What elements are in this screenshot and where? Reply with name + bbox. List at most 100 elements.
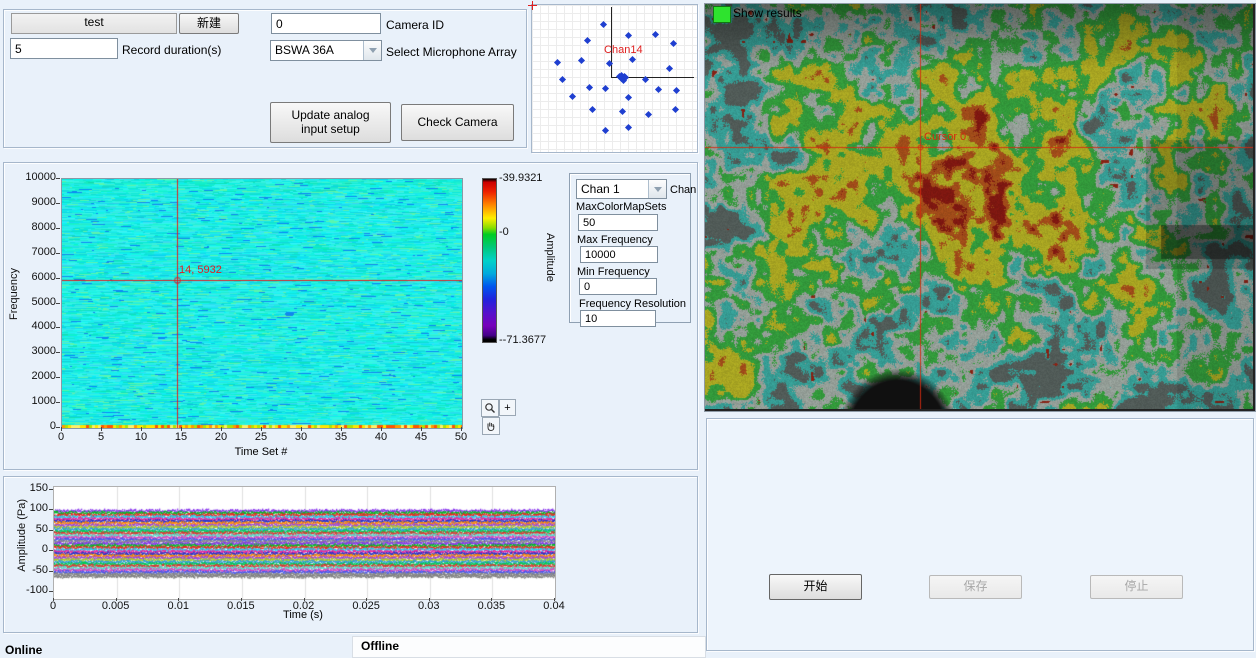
max-frequency-input[interactable] xyxy=(580,246,658,263)
camera-id-input[interactable] xyxy=(271,13,381,34)
tick-mark xyxy=(178,598,179,601)
camera-acoustic-image[interactable] xyxy=(705,4,1253,409)
mic-dot xyxy=(569,93,576,100)
waveform-y-tick: 50 xyxy=(6,523,48,535)
mic-array-plot-panel: Chan14 xyxy=(531,4,698,153)
show-results-led[interactable] xyxy=(713,6,731,23)
spectrogram-y-tick: 3000 xyxy=(10,345,56,357)
record-duration-label: Record duration(s) xyxy=(122,43,221,57)
tick-mark xyxy=(56,178,60,179)
spectrogram-x-tick: 40 xyxy=(366,431,396,443)
mic-dot xyxy=(600,21,607,28)
mic-plot-y-axis xyxy=(611,7,612,77)
tick-mark xyxy=(53,598,54,601)
pan-tool-button[interactable] xyxy=(482,417,500,435)
save-button[interactable]: 保存 xyxy=(929,575,1022,599)
spectrogram-x-tick: 50 xyxy=(446,431,476,443)
mic-dot xyxy=(602,127,609,134)
waveform-x-tick: 0.025 xyxy=(344,600,388,612)
mic-dot xyxy=(589,105,596,112)
magnifier-icon xyxy=(484,402,496,414)
mic-array-dropdown[interactable]: BSWA 36A xyxy=(270,40,382,61)
tick-mark xyxy=(56,402,60,403)
mic-dot xyxy=(629,56,636,63)
mic-dot xyxy=(625,94,632,101)
spectrogram-x-tick: 10 xyxy=(126,431,156,443)
zoom-tool-button[interactable] xyxy=(481,399,499,417)
waveform-y-tick: 100 xyxy=(6,502,48,514)
tick-mark xyxy=(61,427,62,431)
mic-array-plot: Chan14 xyxy=(532,5,697,152)
tick-mark xyxy=(49,591,53,592)
new-project-button[interactable]: 新建 xyxy=(179,13,239,34)
waveform-x-tick: 0.02 xyxy=(282,600,326,612)
colorbar-min-label: --71.3677 xyxy=(499,334,546,346)
tick-mark xyxy=(181,427,182,431)
tick-mark xyxy=(56,228,60,229)
project-name-selector[interactable]: test xyxy=(11,13,177,34)
mic-dot xyxy=(652,31,659,38)
waveform-y-tick: 0 xyxy=(6,543,48,555)
chevron-down-icon[interactable] xyxy=(363,41,381,60)
stop-button[interactable]: 停止 xyxy=(1090,575,1183,599)
spectrogram-x-tick: 45 xyxy=(406,431,436,443)
tick-mark xyxy=(341,427,342,431)
tick-mark xyxy=(381,427,382,431)
spectrogram-x-tick: 5 xyxy=(86,431,116,443)
mic-dot xyxy=(673,87,680,94)
maxcolormapsets-input[interactable] xyxy=(578,214,658,231)
mic-array-label: Select Microphone Array xyxy=(386,45,517,59)
record-duration-input[interactable] xyxy=(10,38,118,59)
channel-dropdown[interactable]: Chan 1 xyxy=(576,179,667,199)
mic-dot xyxy=(654,86,661,93)
tick-mark xyxy=(56,352,60,353)
waveform-y-tick: -50 xyxy=(6,564,48,576)
spectrogram-y-tick: 6000 xyxy=(10,271,56,283)
mic-cursor-label: Chan14 xyxy=(604,44,643,56)
mic-dot xyxy=(606,60,613,67)
tick-mark xyxy=(49,530,53,531)
mic-dot xyxy=(619,108,626,115)
tick-mark xyxy=(421,427,422,431)
spectrogram-plot[interactable] xyxy=(61,178,463,429)
waveform-plot[interactable] xyxy=(53,486,556,600)
channel-label: Chan xyxy=(670,184,696,196)
tick-mark xyxy=(101,427,102,431)
tick-mark xyxy=(49,489,53,490)
maxcolormapsets-label: MaxColorMapSets xyxy=(576,201,666,213)
min-frequency-label: Min Frequency xyxy=(577,266,650,278)
mic-array-value: BSWA 36A xyxy=(271,41,363,60)
mic-dot xyxy=(666,65,673,72)
spectrogram-y-tick: 7000 xyxy=(10,246,56,258)
start-button[interactable]: 开始 xyxy=(769,574,862,600)
hand-icon xyxy=(485,420,497,432)
tick-mark xyxy=(461,427,462,431)
update-analog-input-button[interactable]: Update analog input setup xyxy=(270,102,391,143)
mic-dot xyxy=(645,111,652,118)
cursor-tool-button[interactable]: + xyxy=(499,399,516,416)
spectrogram-x-tick: 30 xyxy=(286,431,316,443)
waveform-panel: Amplitude (Pa) Time (s) 150100500-50-100… xyxy=(3,476,698,633)
camera-id-label: Camera ID xyxy=(386,18,444,32)
tick-mark xyxy=(116,598,117,601)
frequency-resolution-input[interactable] xyxy=(580,310,656,327)
mic-dot xyxy=(670,40,677,47)
tick-mark xyxy=(491,598,492,601)
chevron-down-icon[interactable] xyxy=(648,180,666,198)
max-frequency-label: Max Frequency xyxy=(577,234,653,246)
mic-dot xyxy=(554,59,561,66)
mic-dot xyxy=(602,85,609,92)
spectrogram-x-tick: 35 xyxy=(326,431,356,443)
waveform-x-tick: 0.03 xyxy=(407,600,451,612)
plus-icon: + xyxy=(504,402,510,414)
tick-mark xyxy=(49,509,53,510)
check-camera-button[interactable]: Check Camera xyxy=(401,104,514,141)
tick-mark xyxy=(49,571,53,572)
min-frequency-input[interactable] xyxy=(579,278,657,295)
tick-mark xyxy=(221,427,222,431)
mic-dot xyxy=(625,32,632,39)
waveform-x-tick: 0 xyxy=(31,600,75,612)
waveform-x-tick: 0.015 xyxy=(219,600,263,612)
acoustic-camera-app: { "colors":{ "page_bg":"#e9f1fa", "accen… xyxy=(0,0,1256,658)
tick-mark xyxy=(56,427,60,428)
